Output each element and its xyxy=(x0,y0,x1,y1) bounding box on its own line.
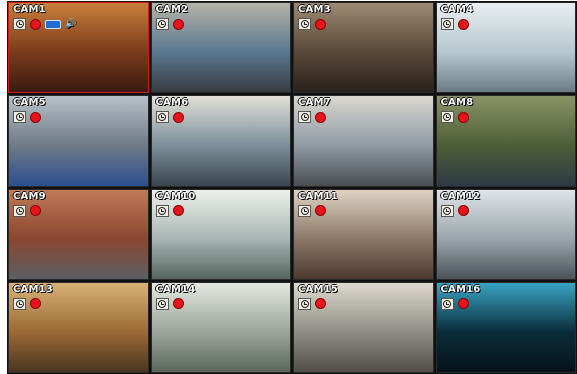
camera-feed xyxy=(9,189,148,279)
record-indicator-icon xyxy=(457,18,469,30)
camera-label: CAM8 xyxy=(440,97,474,109)
clock-icon xyxy=(298,18,311,30)
camera-label: CAM12 xyxy=(440,190,481,202)
status-icons xyxy=(440,204,469,217)
clock-icon xyxy=(155,18,169,30)
clock-icon xyxy=(298,204,311,217)
camera-feed xyxy=(436,96,575,186)
camera-tile-cam7[interactable]: CAM7 xyxy=(293,95,434,187)
camera-label: CAM10 xyxy=(155,190,196,202)
camera-tile-cam12[interactable]: CAM12 xyxy=(435,188,576,280)
camera-label: CAM13 xyxy=(13,283,53,295)
camera-label: CAM15 xyxy=(298,283,338,295)
camera-feed xyxy=(151,189,290,279)
status-icons xyxy=(440,111,469,124)
clock-icon xyxy=(298,297,311,310)
camera-feed xyxy=(151,96,290,186)
camera-tile-cam14[interactable]: CAM14 xyxy=(150,281,291,373)
camera-label: CAM7 xyxy=(298,97,331,109)
record-indicator-icon xyxy=(30,298,41,310)
camera-tile-cam5[interactable]: CAM5 xyxy=(8,95,149,187)
camera-label: CAM1 xyxy=(13,4,46,15)
camera-tile-cam1[interactable]: CAM1 🔊 xyxy=(8,2,149,94)
status-icons xyxy=(298,204,326,217)
record-indicator-icon xyxy=(315,205,326,216)
camera-label: CAM9 xyxy=(13,190,46,202)
clock-icon xyxy=(13,111,26,124)
camera-feed xyxy=(294,96,433,186)
camera-tile-cam11[interactable]: CAM11 xyxy=(293,188,434,280)
status-icons xyxy=(13,297,41,310)
clock-icon xyxy=(440,204,454,217)
camera-feed xyxy=(9,3,148,93)
clock-icon xyxy=(13,18,26,30)
camera-tile-cam2[interactable]: CAM2 xyxy=(150,2,291,94)
camera-feed xyxy=(294,189,433,279)
camera-tile-cam13[interactable]: CAM13 xyxy=(8,281,149,373)
status-icons xyxy=(440,297,469,310)
camera-tile-cam9[interactable]: CAM9 xyxy=(8,188,149,280)
camera-grid: CAM1 🔊 CAM2 CAM3 CAM4 CAM5 CAM6 CAM7 CAM8 CAM9 CAM… xyxy=(7,1,577,374)
status-icons xyxy=(298,297,326,310)
camera-feed xyxy=(436,3,575,93)
status-icons xyxy=(155,18,184,30)
record-indicator-icon xyxy=(457,111,469,123)
camera-label: CAM11 xyxy=(298,190,338,202)
camera-feed xyxy=(151,3,290,93)
record-indicator-icon xyxy=(315,18,326,30)
status-icons xyxy=(440,18,469,30)
camera-feed xyxy=(436,189,575,279)
status-icons xyxy=(155,297,184,310)
clock-icon xyxy=(298,111,311,124)
record-indicator-icon xyxy=(30,18,41,30)
status-icons xyxy=(155,111,184,124)
status-icons xyxy=(13,204,41,217)
record-indicator-icon xyxy=(315,298,326,310)
camera-feed xyxy=(9,96,148,186)
record-indicator-icon xyxy=(30,205,41,216)
camera-label: CAM2 xyxy=(155,4,189,15)
record-indicator-icon xyxy=(30,111,41,123)
clock-icon xyxy=(440,111,454,124)
record-indicator-icon xyxy=(172,298,184,310)
status-icons xyxy=(298,111,326,124)
camera-tile-cam4[interactable]: CAM4 xyxy=(435,2,576,94)
camera-label: CAM16 xyxy=(440,283,481,295)
clock-icon xyxy=(155,111,169,124)
camera-tile-cam8[interactable]: CAM8 xyxy=(435,95,576,187)
camera-feed xyxy=(436,282,575,372)
camera-label: CAM14 xyxy=(155,283,196,295)
camera-label: CAM6 xyxy=(155,97,189,109)
record-indicator-icon xyxy=(172,18,184,30)
status-icons: 🔊 xyxy=(13,18,76,30)
status-icons xyxy=(13,111,41,124)
clock-icon xyxy=(440,297,454,310)
camera-tile-cam6[interactable]: CAM6 xyxy=(150,95,291,187)
record-indicator-icon xyxy=(457,298,469,310)
camera-feed xyxy=(294,282,433,372)
camera-tile-cam16[interactable]: CAM16 xyxy=(435,281,576,373)
clock-icon xyxy=(155,204,169,217)
camera-feed xyxy=(9,282,148,372)
camera-label: CAM5 xyxy=(13,97,46,109)
record-indicator-icon xyxy=(172,111,184,123)
camera-feed xyxy=(151,282,290,372)
camera-tile-cam10[interactable]: CAM10 xyxy=(150,188,291,280)
camera-tile-cam15[interactable]: CAM15 xyxy=(293,281,434,373)
status-icons xyxy=(155,204,184,217)
clock-icon xyxy=(13,204,26,217)
camera-label: CAM3 xyxy=(298,4,331,15)
clock-icon xyxy=(155,297,169,310)
audio-icon: 🔊 xyxy=(65,19,77,29)
status-icons xyxy=(298,18,326,30)
record-indicator-icon xyxy=(457,205,469,216)
record-indicator-icon xyxy=(315,111,326,123)
camera-feed xyxy=(294,3,433,93)
camera-label: CAM4 xyxy=(440,4,474,15)
record-indicator-icon xyxy=(172,205,184,216)
clock-icon xyxy=(440,18,454,30)
camera-tile-cam3[interactable]: CAM3 xyxy=(293,2,434,94)
motion-icon xyxy=(45,19,61,29)
clock-icon xyxy=(13,297,26,310)
